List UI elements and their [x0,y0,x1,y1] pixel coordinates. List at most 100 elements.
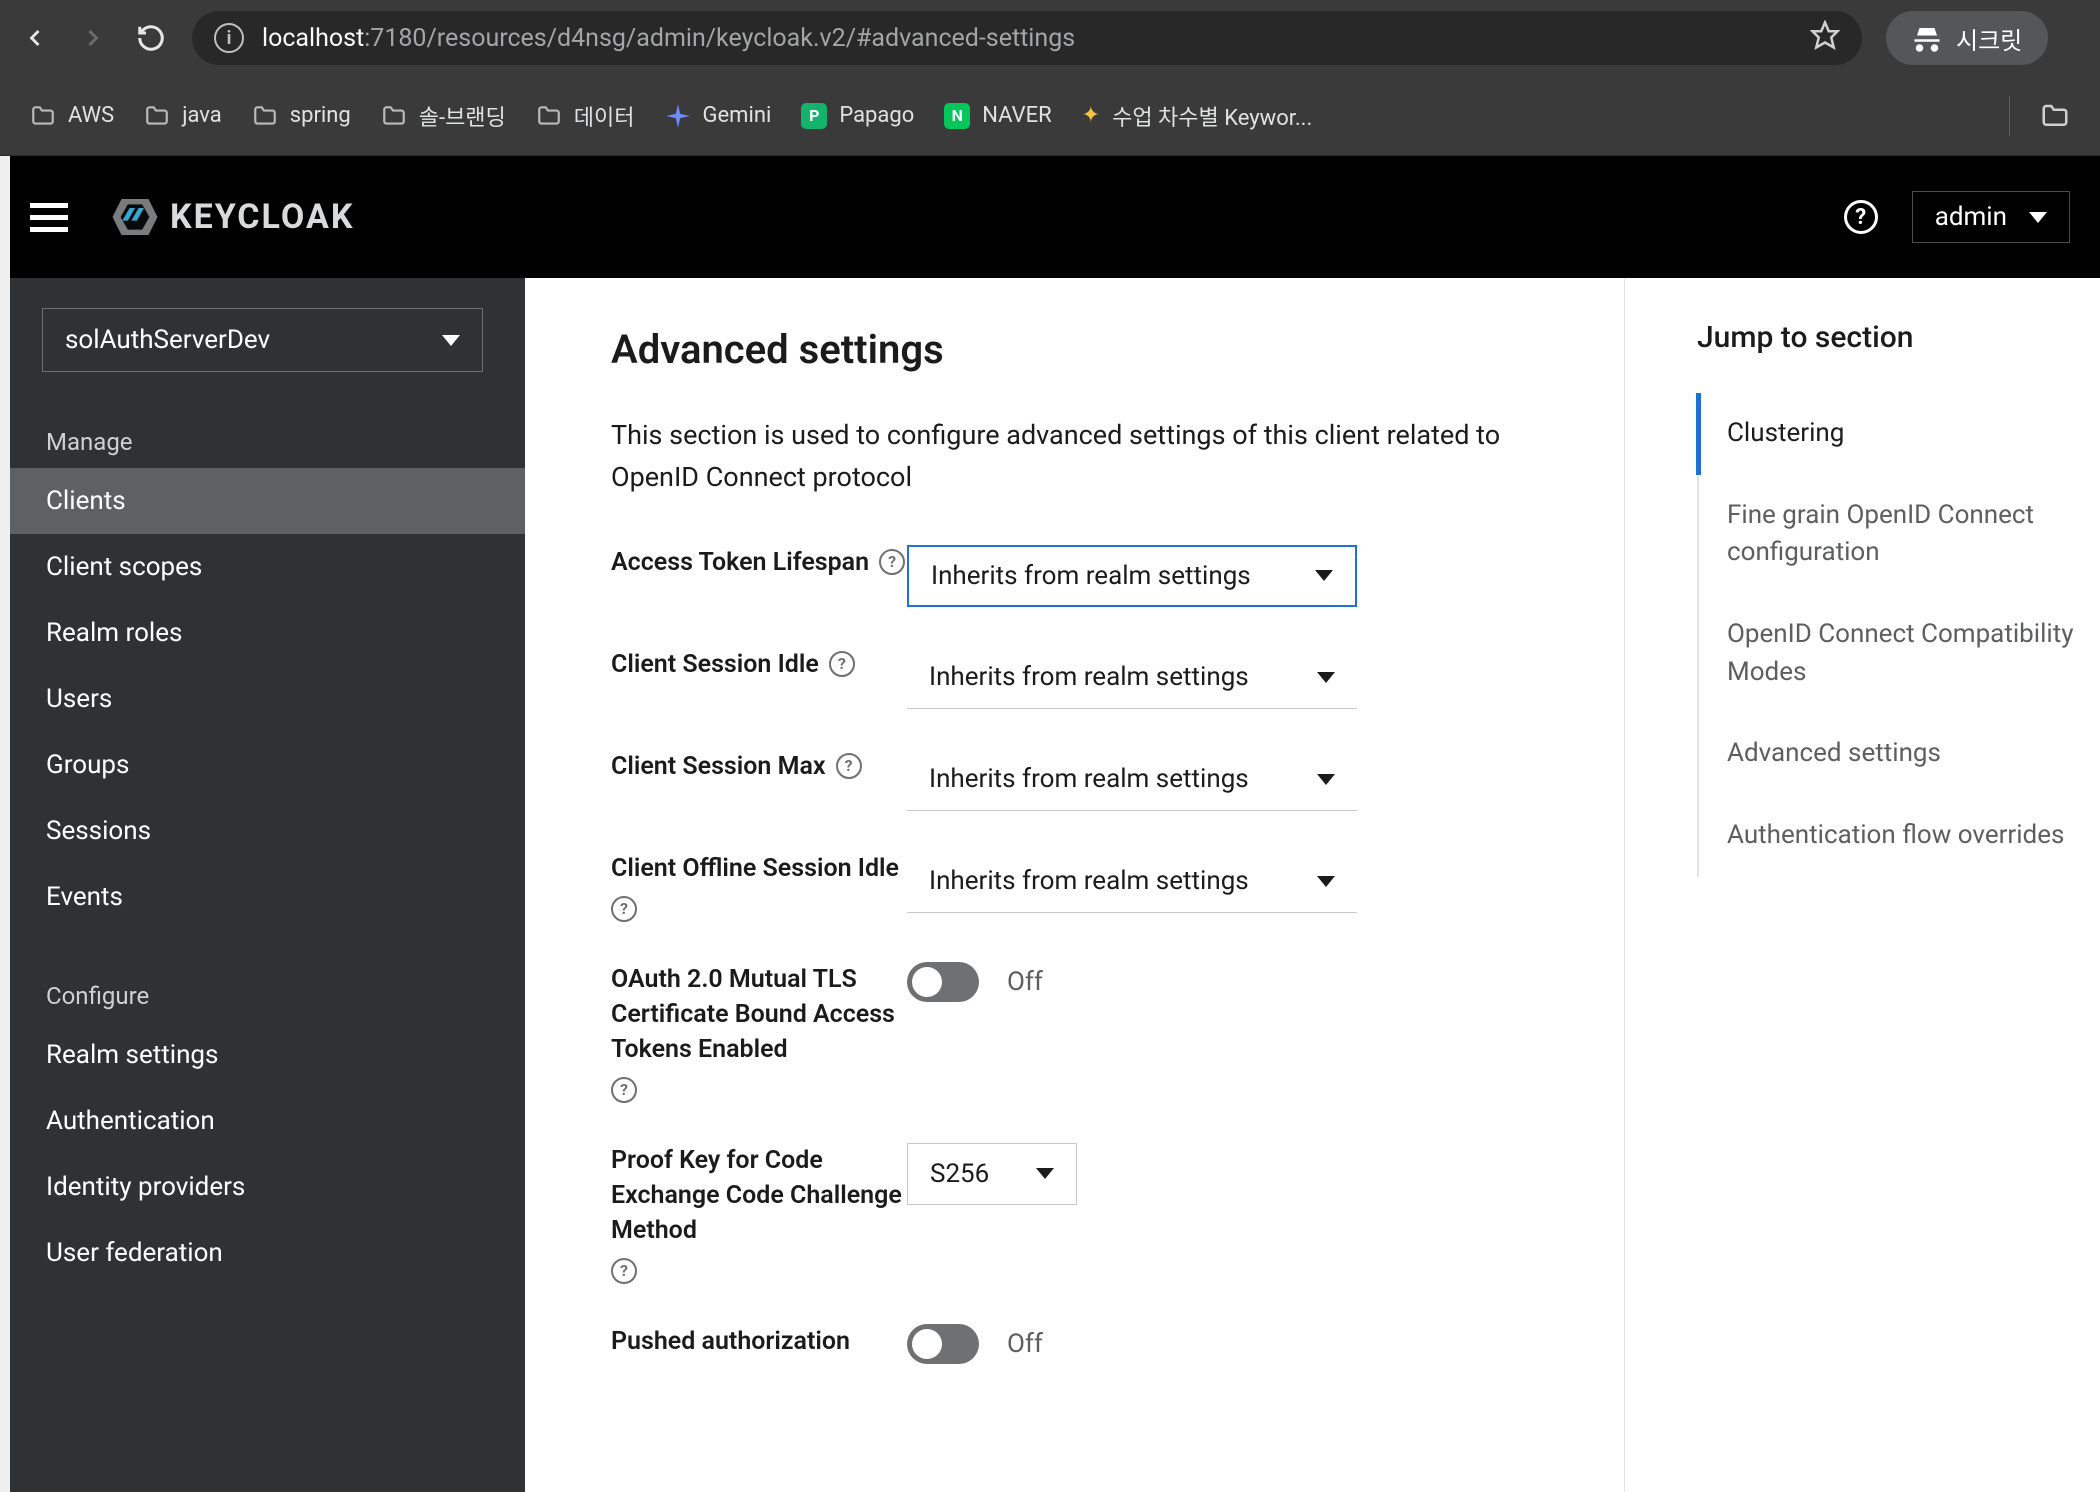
help-icon[interactable]: ? [611,1077,637,1103]
bookmark-papago[interactable]: P Papago [801,103,914,129]
address-bar[interactable]: i localhost:7180/resources/d4nsg/admin/k… [192,11,1862,65]
switch-oauth-mtls[interactable] [907,962,979,1002]
select-client-session-max[interactable]: Inherits from realm settings [907,749,1357,811]
chevron-down-icon [1036,1168,1054,1179]
label-text: Access Token Lifespan [611,545,869,580]
jump-item-advanced-settings[interactable]: Advanced settings [1699,713,2080,795]
bookmark-naver[interactable]: N NAVER [944,103,1051,129]
label-pushed-authorization: Pushed authorization [611,1324,907,1359]
sidebar-item-user-federation[interactable]: User federation [0,1220,525,1286]
logo-text: KEYCLOAK [170,197,354,237]
keycloak-logo-icon [108,190,162,244]
select-value: S256 [930,1159,989,1189]
bookmark-label: java [182,103,222,128]
label-access-token-lifespan: Access Token Lifespan ? [611,545,907,580]
switch-state-label: Off [1007,967,1043,997]
switch-state-label: Off [1007,1329,1043,1359]
folder-icon [144,103,170,129]
app-header: KEYCLOAK ? admin [0,156,2100,278]
chevron-down-icon [1315,570,1333,581]
realm-selector[interactable]: solAuthServerDev [42,308,483,372]
label-text: OAuth 2.0 Mutual TLS Certificate Bound A… [611,962,907,1067]
url-host: localhost [262,24,364,53]
jump-item-fine-grain-oidc[interactable]: Fine grain OpenID Connect configuration [1699,475,2080,594]
content-area: Advanced settings This section is used t… [525,278,2100,1492]
page-scrollbar-track [0,156,10,1492]
bookmark-keywords[interactable]: ✦ 수업 차수별 Keywor... [1082,100,1313,132]
bookmark-gemini[interactable]: Gemini [665,103,772,129]
bookmark-data[interactable]: 데이터 [536,100,635,132]
sidebar: solAuthServerDev Manage Clients Client s… [0,278,525,1492]
menu-toggle-button[interactable] [30,203,68,232]
bookmark-spring[interactable]: spring [252,103,351,129]
page-description: This section is used to configure advanc… [611,415,1551,499]
select-client-session-idle[interactable]: Inherits from realm settings [907,647,1357,709]
chevron-down-icon [1317,774,1335,785]
bookmark-label: spring [290,103,351,128]
realm-name: solAuthServerDev [65,325,270,355]
bookmarks-bar: AWS java spring 솔-브랜딩 데이터 Gemini P Papag… [0,76,2100,156]
all-bookmarks-button[interactable] [2040,101,2070,131]
bookmark-label: AWS [68,103,114,128]
help-icon[interactable]: ? [829,651,855,677]
folder-icon [2040,101,2070,131]
sidebar-item-sessions[interactable]: Sessions [0,798,525,864]
sidebar-item-users[interactable]: Users [0,666,525,732]
site-info-icon[interactable]: i [214,23,244,53]
jump-item-oidc-compat[interactable]: OpenID Connect Compatibility Modes [1699,594,2080,713]
help-icon[interactable]: ? [611,896,637,922]
form-area: Advanced settings This section is used t… [525,278,1625,1492]
user-label: admin [1935,202,2007,232]
forward-button[interactable] [76,21,110,55]
select-value: Inherits from realm settings [929,662,1249,692]
sidebar-section-configure: Configure [0,960,525,1022]
jump-item-auth-flow-overrides[interactable]: Authentication flow overrides [1699,795,2080,877]
papago-icon: P [801,103,827,129]
sidebar-item-client-scopes[interactable]: Client scopes [0,534,525,600]
back-button[interactable] [18,21,52,55]
select-client-offline-session-idle[interactable]: Inherits from realm settings [907,851,1357,913]
folder-icon [252,103,278,129]
sidebar-item-clients[interactable]: Clients [0,468,525,534]
help-icon[interactable]: ? [611,1258,637,1284]
incognito-indicator[interactable]: 시크릿 [1886,11,2048,65]
incognito-label: 시크릿 [1956,21,2022,56]
browser-toolbar: i localhost:7180/resources/d4nsg/admin/k… [0,0,2100,76]
chevron-down-icon [2029,212,2047,223]
reload-button[interactable] [134,21,168,55]
help-icon[interactable]: ? [879,549,905,575]
sidebar-item-realm-roles[interactable]: Realm roles [0,600,525,666]
folder-icon [381,103,407,129]
naver-icon: N [944,103,970,129]
sparkle-icon: ✦ [1082,103,1100,128]
page-title: Advanced settings [611,326,1554,373]
select-value: Inherits from realm settings [931,561,1251,591]
switch-pushed-authorization[interactable] [907,1324,979,1364]
jump-title: Jump to section [1697,320,2080,355]
select-access-token-lifespan[interactable]: Inherits from realm settings [907,545,1357,607]
bookmark-java[interactable]: java [144,103,222,129]
help-icon[interactable]: ? [836,753,862,779]
url-path: :7180/resources/d4nsg/admin/keycloak.v2/… [364,24,1075,53]
label-client-session-max: Client Session Max ? [611,749,907,784]
bookmark-aws[interactable]: AWS [30,103,114,129]
sidebar-item-events[interactable]: Events [0,864,525,930]
bookmark-label: Papago [839,103,914,128]
jump-item-clustering[interactable]: Clustering [1696,393,2080,475]
sidebar-item-realm-settings[interactable]: Realm settings [0,1022,525,1088]
sidebar-item-groups[interactable]: Groups [0,732,525,798]
label-client-session-idle: Client Session Idle ? [611,647,907,682]
bookmark-label: NAVER [982,103,1051,128]
bookmark-label: 솔-브랜딩 [419,100,506,132]
select-pkce-method[interactable]: S256 [907,1143,1077,1205]
help-button[interactable]: ? [1844,200,1878,234]
incognito-icon [1912,23,1942,53]
sidebar-item-identity-providers[interactable]: Identity providers [0,1154,525,1220]
user-menu[interactable]: admin [1912,191,2070,243]
bookmark-star-icon[interactable] [1810,20,1840,57]
bookmark-sol-branding[interactable]: 솔-브랜딩 [381,100,506,132]
chevron-down-icon [1317,876,1335,887]
keycloak-logo[interactable]: KEYCLOAK [108,190,354,244]
jump-list: Clustering Fine grain OpenID Connect con… [1697,393,2080,877]
sidebar-item-authentication[interactable]: Authentication [0,1088,525,1154]
